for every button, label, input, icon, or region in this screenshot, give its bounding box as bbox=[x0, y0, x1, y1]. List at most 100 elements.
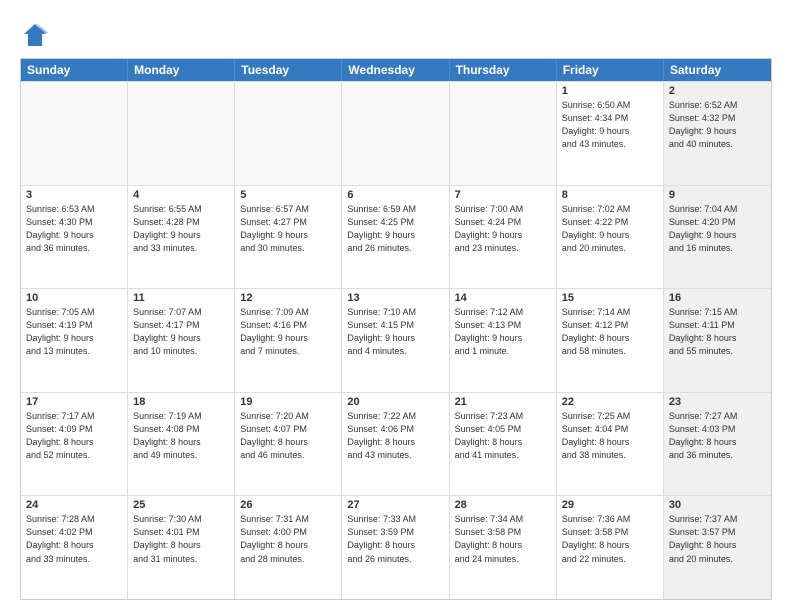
logo bbox=[20, 20, 54, 50]
calendar-week-1: 1 Sunrise: 6:50 AM Sunset: 4:34 PM Daylig… bbox=[21, 81, 771, 185]
calendar-cell: 2 Sunrise: 6:52 AM Sunset: 4:32 PM Daylig… bbox=[664, 82, 771, 185]
day-number: 18 bbox=[133, 396, 229, 408]
calendar-cell bbox=[128, 82, 235, 185]
calendar-cell: 20 Sunrise: 7:22 AM Sunset: 4:06 PM Dayli… bbox=[342, 393, 449, 496]
calendar-cell: 1 Sunrise: 6:50 AM Sunset: 4:34 PM Daylig… bbox=[557, 82, 664, 185]
day-number: 19 bbox=[240, 396, 336, 408]
day-info: Sunrise: 7:00 AM Sunset: 4:24 PM Dayligh… bbox=[455, 203, 551, 255]
day-number: 24 bbox=[26, 499, 122, 511]
calendar-cell: 3 Sunrise: 6:53 AM Sunset: 4:30 PM Daylig… bbox=[21, 186, 128, 289]
calendar-cell: 21Sunrise: 7:23 AM Sunset: 4:05 PM Dayli… bbox=[450, 393, 557, 496]
calendar-cell: 24 Sunrise: 7:28 AM Sunset: 4:02 PM Dayli… bbox=[21, 496, 128, 599]
day-number: 1 bbox=[562, 85, 658, 97]
day-number: 28 bbox=[455, 499, 551, 511]
day-info: Sunrise: 7:34 AM Sunset: 3:58 PM Dayligh… bbox=[455, 513, 551, 565]
calendar-cell: 6 Sunrise: 6:59 AM Sunset: 4:25 PM Daylig… bbox=[342, 186, 449, 289]
day-info: Sunrise: 6:52 AM Sunset: 4:32 PM Dayligh… bbox=[669, 99, 766, 151]
day-number: 23 bbox=[669, 396, 766, 408]
calendar-cell: 22 Sunrise: 7:25 AM Sunset: 4:04 PM Dayli… bbox=[557, 393, 664, 496]
calendar-cell: 12 Sunrise: 7:09 AM Sunset: 4:16 PM Dayli… bbox=[235, 289, 342, 392]
calendar-cell: 15 Sunrise: 7:14 AM Sunset: 4:12 PM Dayli… bbox=[557, 289, 664, 392]
calendar-body: 1 Sunrise: 6:50 AM Sunset: 4:34 PM Daylig… bbox=[21, 81, 771, 599]
day-info: Sunrise: 7:15 AM Sunset: 4:11 PM Dayligh… bbox=[669, 306, 766, 358]
day-number: 25 bbox=[133, 499, 229, 511]
calendar-cell: 27 Sunrise: 7:33 AM Sunset: 3:59 PM Dayli… bbox=[342, 496, 449, 599]
day-number: 27 bbox=[347, 499, 443, 511]
calendar-cell: 19 Sunrise: 7:20 AM Sunset: 4:07 PM Dayli… bbox=[235, 393, 342, 496]
calendar-cell: 4 Sunrise: 6:55 AM Sunset: 4:28 PM Daylig… bbox=[128, 186, 235, 289]
day-info: Sunrise: 7:33 AM Sunset: 3:59 PM Dayligh… bbox=[347, 513, 443, 565]
day-number: 2 bbox=[669, 85, 766, 97]
calendar-cell: 23 Sunrise: 7:27 AM Sunset: 4:03 PM Dayli… bbox=[664, 393, 771, 496]
day-info: Sunrise: 7:23 AM Sunset: 4:05 PM Dayligh… bbox=[455, 410, 551, 462]
day-number: 26 bbox=[240, 499, 336, 511]
header-day-saturday: Saturday bbox=[664, 59, 771, 81]
calendar-cell: 18Sunrise: 7:19 AM Sunset: 4:08 PM Dayli… bbox=[128, 393, 235, 496]
day-number: 12 bbox=[240, 292, 336, 304]
day-number: 4 bbox=[133, 189, 229, 201]
day-number: 10 bbox=[26, 292, 122, 304]
header-day-wednesday: Wednesday bbox=[342, 59, 449, 81]
calendar-cell bbox=[21, 82, 128, 185]
calendar-week-3: 10 Sunrise: 7:05 AM Sunset: 4:19 PM Dayli… bbox=[21, 288, 771, 392]
day-info: Sunrise: 7:12 AM Sunset: 4:13 PM Dayligh… bbox=[455, 306, 551, 358]
header-day-monday: Monday bbox=[128, 59, 235, 81]
calendar-cell: 8 Sunrise: 7:02 AM Sunset: 4:22 PM Daylig… bbox=[557, 186, 664, 289]
day-number: 13 bbox=[347, 292, 443, 304]
day-number: 22 bbox=[562, 396, 658, 408]
day-number: 20 bbox=[347, 396, 443, 408]
day-info: Sunrise: 7:10 AM Sunset: 4:15 PM Dayligh… bbox=[347, 306, 443, 358]
day-info: Sunrise: 7:27 AM Sunset: 4:03 PM Dayligh… bbox=[669, 410, 766, 462]
day-number: 8 bbox=[562, 189, 658, 201]
day-info: Sunrise: 7:37 AM Sunset: 3:57 PM Dayligh… bbox=[669, 513, 766, 565]
day-info: Sunrise: 7:25 AM Sunset: 4:04 PM Dayligh… bbox=[562, 410, 658, 462]
calendar-week-5: 24 Sunrise: 7:28 AM Sunset: 4:02 PM Dayli… bbox=[21, 495, 771, 599]
calendar-cell: 14 Sunrise: 7:12 AM Sunset: 4:13 PM Dayli… bbox=[450, 289, 557, 392]
calendar-cell: 29Sunrise: 7:36 AM Sunset: 3:58 PM Dayli… bbox=[557, 496, 664, 599]
day-info: Sunrise: 7:22 AM Sunset: 4:06 PM Dayligh… bbox=[347, 410, 443, 462]
day-info: Sunrise: 6:50 AM Sunset: 4:34 PM Dayligh… bbox=[562, 99, 658, 151]
header-day-thursday: Thursday bbox=[450, 59, 557, 81]
calendar-cell bbox=[342, 82, 449, 185]
day-info: Sunrise: 7:17 AM Sunset: 4:09 PM Dayligh… bbox=[26, 410, 122, 462]
day-number: 3 bbox=[26, 189, 122, 201]
day-info: Sunrise: 6:59 AM Sunset: 4:25 PM Dayligh… bbox=[347, 203, 443, 255]
day-number: 6 bbox=[347, 189, 443, 201]
header-day-sunday: Sunday bbox=[21, 59, 128, 81]
calendar-cell: 26 Sunrise: 7:31 AM Sunset: 4:00 PM Dayli… bbox=[235, 496, 342, 599]
calendar-week-2: 3 Sunrise: 6:53 AM Sunset: 4:30 PM Daylig… bbox=[21, 185, 771, 289]
day-number: 15 bbox=[562, 292, 658, 304]
calendar-cell: 9Sunrise: 7:04 AM Sunset: 4:20 PM Daylig… bbox=[664, 186, 771, 289]
day-info: Sunrise: 7:02 AM Sunset: 4:22 PM Dayligh… bbox=[562, 203, 658, 255]
day-info: Sunrise: 7:04 AM Sunset: 4:20 PM Dayligh… bbox=[669, 203, 766, 255]
day-info: Sunrise: 6:57 AM Sunset: 4:27 PM Dayligh… bbox=[240, 203, 336, 255]
calendar-cell: 16 Sunrise: 7:15 AM Sunset: 4:11 PM Dayli… bbox=[664, 289, 771, 392]
day-number: 11 bbox=[133, 292, 229, 304]
day-number: 16 bbox=[669, 292, 766, 304]
calendar-cell bbox=[235, 82, 342, 185]
day-number: 14 bbox=[455, 292, 551, 304]
calendar-header: SundayMondayTuesdayWednesdayThursdayFrid… bbox=[21, 59, 771, 81]
calendar-cell: 13 Sunrise: 7:10 AM Sunset: 4:15 PM Dayli… bbox=[342, 289, 449, 392]
day-info: Sunrise: 7:09 AM Sunset: 4:16 PM Dayligh… bbox=[240, 306, 336, 358]
calendar-cell: 25Sunrise: 7:30 AM Sunset: 4:01 PM Dayli… bbox=[128, 496, 235, 599]
calendar-cell bbox=[450, 82, 557, 185]
day-number: 30 bbox=[669, 499, 766, 511]
day-info: Sunrise: 7:07 AM Sunset: 4:17 PM Dayligh… bbox=[133, 306, 229, 358]
calendar-week-4: 17 Sunrise: 7:17 AM Sunset: 4:09 PM Dayli… bbox=[21, 392, 771, 496]
day-info: Sunrise: 6:55 AM Sunset: 4:28 PM Dayligh… bbox=[133, 203, 229, 255]
calendar-cell: 11 Sunrise: 7:07 AM Sunset: 4:17 PM Dayli… bbox=[128, 289, 235, 392]
calendar: SundayMondayTuesdayWednesdayThursdayFrid… bbox=[20, 58, 772, 600]
day-info: Sunrise: 7:31 AM Sunset: 4:00 PM Dayligh… bbox=[240, 513, 336, 565]
day-number: 17 bbox=[26, 396, 122, 408]
day-info: Sunrise: 7:28 AM Sunset: 4:02 PM Dayligh… bbox=[26, 513, 122, 565]
page: SundayMondayTuesdayWednesdayThursdayFrid… bbox=[0, 0, 792, 612]
header-day-friday: Friday bbox=[557, 59, 664, 81]
day-info: Sunrise: 7:20 AM Sunset: 4:07 PM Dayligh… bbox=[240, 410, 336, 462]
day-info: Sunrise: 7:14 AM Sunset: 4:12 PM Dayligh… bbox=[562, 306, 658, 358]
day-info: Sunrise: 6:53 AM Sunset: 4:30 PM Dayligh… bbox=[26, 203, 122, 255]
calendar-cell: 17 Sunrise: 7:17 AM Sunset: 4:09 PM Dayli… bbox=[21, 393, 128, 496]
header-day-tuesday: Tuesday bbox=[235, 59, 342, 81]
calendar-cell: 7Sunrise: 7:00 AM Sunset: 4:24 PM Daylig… bbox=[450, 186, 557, 289]
day-info: Sunrise: 7:05 AM Sunset: 4:19 PM Dayligh… bbox=[26, 306, 122, 358]
